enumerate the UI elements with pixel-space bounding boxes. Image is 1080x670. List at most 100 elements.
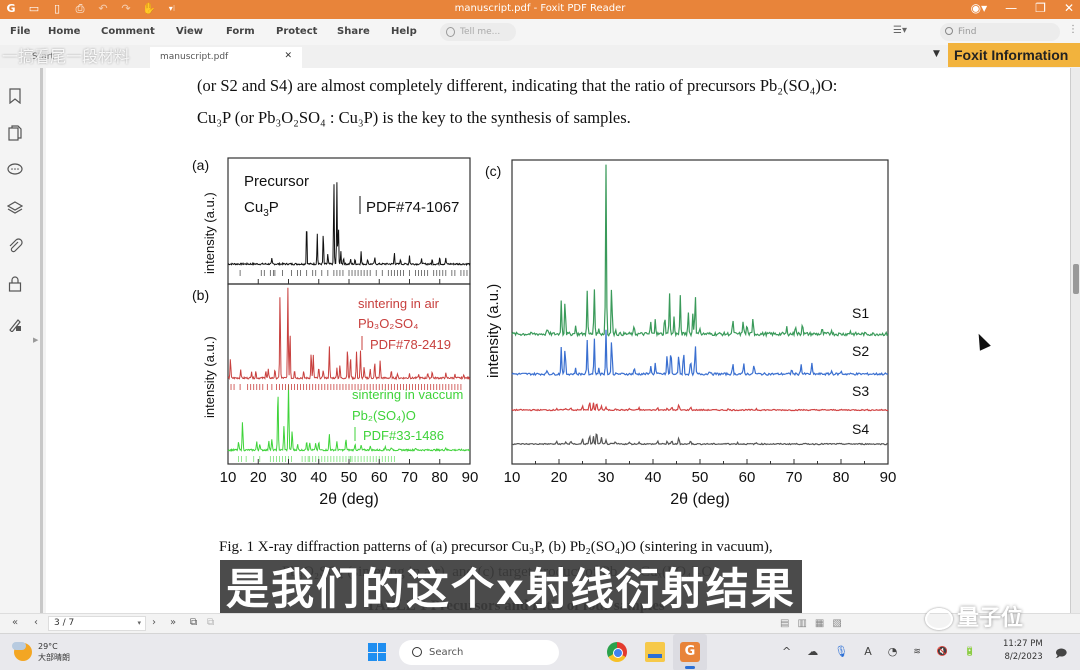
menu-bar: File Home Comment View Form Protect Shar… — [0, 19, 1080, 45]
windows-taskbar: 29°C 大部晴朗 Search G ^ ☁ 🎙 A ◔ ≋ 🔇 🔋 11:27… — [0, 633, 1080, 670]
x-tick-label: 70 — [786, 469, 803, 486]
last-page-button[interactable]: » — [170, 617, 176, 628]
menu-share[interactable]: Share — [337, 26, 370, 37]
x-tick-label: 10 — [220, 469, 237, 486]
signature-icon[interactable] — [6, 316, 24, 334]
pages-icon[interactable] — [6, 125, 24, 143]
panel-a: (a) Precursor Cu3P PDF#74-1067 intensity (a.… — [192, 157, 471, 285]
account-icon[interactable]: ◉▾ — [971, 1, 988, 15]
clock-app-icon[interactable]: ◔ — [888, 645, 898, 658]
x-tick-label: 80 — [833, 469, 850, 486]
series-label-s4: S4 — [852, 421, 869, 437]
y-axis-label: intensity (a.u.) — [202, 336, 217, 418]
page-display: 3 / 7 — [54, 618, 75, 628]
compound-air: Pb₃O₂SO₄ — [358, 316, 418, 331]
taskbar-search[interactable]: Search — [399, 640, 559, 665]
menu-protect[interactable]: Protect — [276, 26, 317, 37]
battery-icon[interactable]: 🔋 — [964, 647, 975, 657]
scrollbar-thumb[interactable] — [1073, 264, 1079, 294]
security-lock-icon[interactable] — [6, 276, 24, 294]
x-tick-label: 40 — [310, 469, 327, 486]
microphone-icon[interactable]: 🎙 — [834, 645, 848, 658]
previous-view-icon[interactable]: ⧉ — [190, 617, 197, 628]
foxit-info-arrow-icon[interactable]: ▼ — [933, 49, 940, 59]
comments-icon[interactable] — [6, 162, 24, 180]
date: 8/2/2023 — [1004, 652, 1043, 662]
menu-file[interactable]: File — [10, 26, 30, 37]
continuous-icon[interactable]: ▥ — [797, 618, 806, 629]
page-dropdown-icon[interactable]: ▾ — [137, 617, 141, 630]
wechat-icon — [925, 608, 953, 630]
notification-icon[interactable]: 🗩 — [1055, 645, 1067, 664]
tab-manuscript[interactable]: manuscript.pdf ✕ — [150, 47, 302, 68]
x-tick-label: 30 — [598, 469, 615, 486]
x-axis-label: 2θ (deg) — [319, 491, 379, 508]
body-text-line: Cu₃P (or Pb₃O₂SO₄ : Cu₃P) is the key to … — [197, 108, 631, 127]
x-tick-label: 80 — [431, 469, 448, 486]
series-line-s4 — [512, 433, 889, 446]
document-viewport[interactable]: (or S2 and S4) are almost completely dif… — [46, 68, 1070, 613]
title-bar: G ▭ ▯ ⎙ ↶ ↷ ✋ ▾⁝ manuscript.pdf - Foxit … — [0, 0, 1080, 19]
more-options-icon[interactable]: ⋮ — [1068, 24, 1078, 35]
attachment-icon[interactable] — [6, 238, 24, 256]
menu-help[interactable]: Help — [391, 26, 417, 37]
layout-selector-icon[interactable]: ☰▾ — [893, 25, 907, 36]
reference-label-vacuum: PDF#33-1486 — [363, 428, 444, 443]
x-tick-label: 10 — [504, 469, 521, 486]
page-navigation-bar: « ‹ 3 / 7 ▾ › » ⧉ ⧉ ▤ ▥ ▦ ▧ — [0, 613, 1080, 633]
first-page-button[interactable]: « — [12, 617, 18, 628]
expand-panel-icon[interactable]: ▶ — [33, 336, 38, 344]
previous-page-button[interactable]: ‹ — [34, 617, 38, 628]
foxit-app-icon[interactable]: G — [680, 642, 700, 662]
weather-widget[interactable]: 29°C 大部晴朗 — [12, 641, 70, 663]
x-tick-label: 60 — [371, 469, 388, 486]
vertical-scrollbar[interactable] — [1070, 68, 1080, 613]
x-tick-label: 40 — [645, 469, 662, 486]
x-tick-label: 90 — [880, 469, 897, 486]
series-label-s2: S2 — [852, 343, 869, 359]
x-tick-label: 70 — [401, 469, 418, 486]
menu-home[interactable]: Home — [48, 26, 80, 37]
chrome-icon[interactable] — [607, 642, 627, 662]
single-page-icon[interactable]: ▤ — [780, 618, 789, 629]
volume-muted-icon[interactable]: 🔇 — [937, 647, 948, 657]
watermark-text: 量子位 — [957, 606, 1024, 631]
layers-icon[interactable] — [6, 200, 24, 218]
input-method-icon[interactable]: A — [864, 645, 872, 658]
bookmark-icon[interactable] — [6, 88, 24, 106]
find-input[interactable]: Find — [940, 23, 1060, 41]
menu-view[interactable]: View — [176, 26, 203, 37]
weather-temp: 29°C — [38, 642, 58, 651]
minimize-button[interactable]: — — [1005, 1, 1017, 15]
tell-me-input[interactable]: Tell me... — [440, 23, 516, 41]
watermark: 量子位 — [925, 600, 1023, 632]
onedrive-icon[interactable]: ☁ — [807, 645, 818, 658]
watermark-text-top: 一搞看尾一段材料 — [2, 47, 131, 66]
menu-form[interactable]: Form — [226, 26, 255, 37]
restore-button[interactable]: ❐ — [1035, 1, 1046, 15]
next-page-button[interactable]: › — [152, 617, 156, 628]
panel-a-title-line1: Precursor — [244, 173, 309, 190]
page-number-input[interactable]: 3 / 7 ▾ — [48, 616, 146, 631]
panel-c-frame — [511, 159, 889, 465]
close-tab-icon[interactable]: ✕ — [284, 51, 292, 61]
cover-facing-icon[interactable]: ▧ — [832, 618, 841, 629]
weather-desc: 大部晴朗 — [38, 653, 70, 662]
next-view-icon[interactable]: ⧉ — [207, 617, 214, 628]
tab-manuscript-label: manuscript.pdf — [160, 52, 229, 62]
clock[interactable]: 11:27 PM 8/2/2023 — [1003, 638, 1043, 664]
close-button[interactable]: ✕ — [1064, 1, 1074, 15]
series-line-s3 — [511, 402, 889, 412]
file-explorer-icon[interactable] — [645, 642, 665, 662]
x-tick-label: 50 — [341, 469, 358, 486]
show-hidden-icons[interactable]: ^ — [782, 645, 791, 658]
start-button[interactable] — [368, 643, 386, 661]
foxit-information-button[interactable]: Foxit Information — [948, 43, 1080, 67]
panel-a-title-line2: Cu3P — [244, 199, 279, 219]
wifi-icon[interactable]: ≋ — [913, 647, 921, 657]
tab-bar: Start manuscript.pdf ✕ — [0, 45, 1080, 68]
x-tick-label: 20 — [551, 469, 568, 486]
menu-comment[interactable]: Comment — [101, 26, 155, 37]
x-tick-label: 90 — [462, 469, 479, 486]
facing-icon[interactable]: ▦ — [815, 618, 824, 629]
